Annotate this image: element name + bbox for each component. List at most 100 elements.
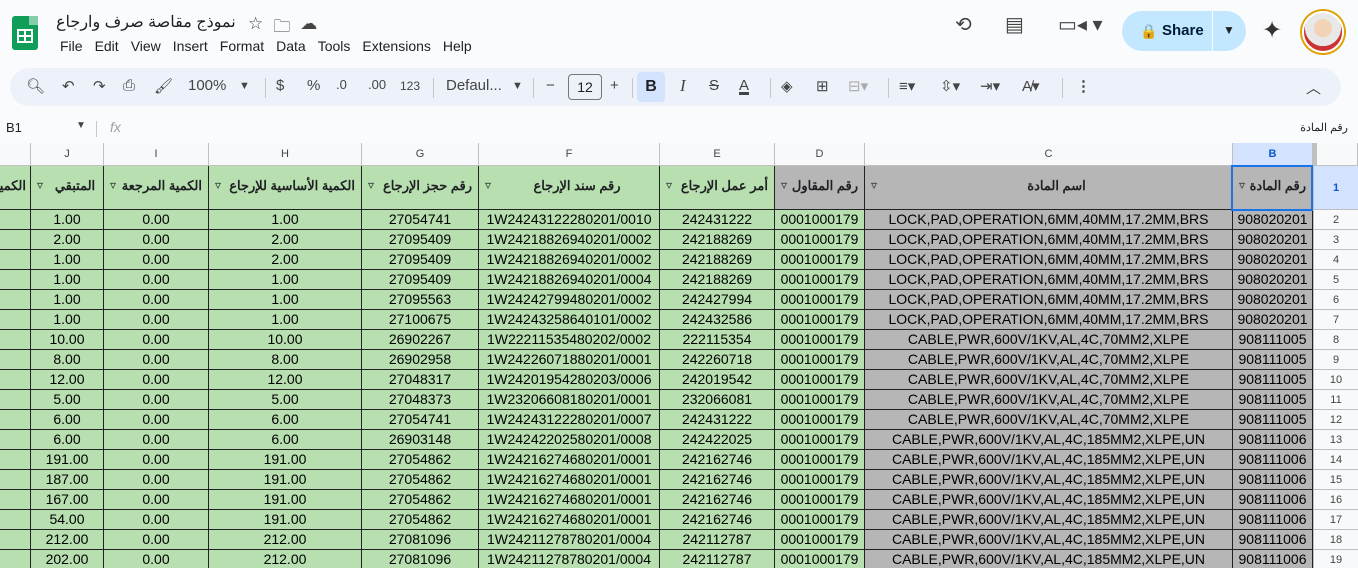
cell-d[interactable]: 0001000179 <box>775 290 865 310</box>
cell-k[interactable] <box>0 550 31 568</box>
cell-h[interactable]: 212.00 <box>209 530 362 550</box>
print-icon[interactable]: ⎙ <box>123 77 135 94</box>
cell-d[interactable]: 0001000179 <box>775 330 865 350</box>
cell-e[interactable]: 242431222 <box>660 210 775 230</box>
zoom-select[interactable]: 100% <box>188 77 226 94</box>
cell-f[interactable]: 1W24242202580201/0008 <box>479 430 660 450</box>
cell-i[interactable]: 0.00 <box>104 370 209 390</box>
cell-f[interactable]: 1W23206608180201/0001 <box>479 390 660 410</box>
cell-e[interactable]: 242188269 <box>660 270 775 290</box>
cell-g[interactable]: 26903148 <box>362 430 479 450</box>
cell-h[interactable]: 6.00 <box>209 430 362 450</box>
row-header[interactable]: 5 <box>1313 270 1358 290</box>
cell-i[interactable]: 0.00 <box>104 310 209 330</box>
header-cell-e[interactable]: ▿ أمر عمل الإرجاع <box>660 166 775 210</box>
menu-format[interactable]: Format <box>214 38 270 54</box>
text-wrapping-icon[interactable]: ⇥▾ <box>980 77 1000 95</box>
increase-font-size-icon[interactable]: + <box>610 77 619 94</box>
cell-j[interactable]: 2.00 <box>31 230 104 250</box>
cell-b[interactable]: 908020201 <box>1233 290 1313 310</box>
cell-j[interactable]: 5.00 <box>31 390 104 410</box>
row-header[interactable]: 8 <box>1313 330 1358 350</box>
cell-j[interactable]: 191.00 <box>31 450 104 470</box>
text-color-button[interactable]: A <box>739 77 749 94</box>
cell-g[interactable]: 27081096 <box>362 530 479 550</box>
zoom-dropdown-icon[interactable]: ▼ <box>239 80 250 92</box>
cell-k[interactable] <box>0 530 31 550</box>
cell-i[interactable]: 0.00 <box>104 290 209 310</box>
meet-icon[interactable]: ▭◂ ▾ <box>1058 12 1103 37</box>
cell-i[interactable]: 0.00 <box>104 510 209 530</box>
cell-k[interactable] <box>0 490 31 510</box>
menu-view[interactable]: View <box>125 38 167 54</box>
cell-e[interactable]: 242432586 <box>660 310 775 330</box>
percent-format-button[interactable]: % <box>307 77 320 94</box>
cell-h[interactable]: 191.00 <box>209 510 362 530</box>
cell-d[interactable]: 0001000179 <box>775 530 865 550</box>
more-options-icon[interactable]: ⋮ <box>1076 77 1091 95</box>
cell-c[interactable]: LOCK,PAD,OPERATION,6MM,40MM,17.2MM,BRS <box>865 250 1233 270</box>
column-header-j[interactable]: J <box>31 143 104 166</box>
formula-input[interactable]: رقم المادة <box>1300 121 1348 134</box>
row-header[interactable]: 7 <box>1313 310 1358 330</box>
cell-h[interactable]: 10.00 <box>209 330 362 350</box>
fill-color-icon[interactable]: ◈ <box>781 77 793 95</box>
cell-b[interactable]: 908020201 <box>1233 210 1313 230</box>
cell-b[interactable]: 908020201 <box>1233 250 1313 270</box>
header-cell-g[interactable]: ▿ رقم حجز الإرجاع <box>362 166 479 210</box>
cell-j[interactable]: 6.00 <box>31 410 104 430</box>
filter-icon[interactable]: ▿ <box>485 178 491 192</box>
cell-b[interactable]: 908111005 <box>1233 410 1313 430</box>
menu-data[interactable]: Data <box>270 38 312 54</box>
cell-f[interactable]: 1W24243258640101/0002 <box>479 310 660 330</box>
cell-i[interactable]: 0.00 <box>104 490 209 510</box>
cell-e[interactable]: 242112787 <box>660 530 775 550</box>
cell-k[interactable] <box>0 350 31 370</box>
column-header-e[interactable]: E <box>660 143 775 166</box>
cell-h[interactable]: 5.00 <box>209 390 362 410</box>
row-header[interactable]: 3 <box>1313 230 1358 250</box>
collapse-menu-icon[interactable]: ︿ <box>1306 77 1321 98</box>
cell-b[interactable]: 908111006 <box>1233 510 1313 530</box>
cell-g[interactable]: 27095409 <box>362 250 479 270</box>
filter-icon[interactable]: ▿ <box>781 178 787 192</box>
cell-d[interactable]: 0001000179 <box>775 450 865 470</box>
cell-b[interactable]: 908111005 <box>1233 370 1313 390</box>
row-header[interactable]: 10 <box>1313 370 1358 390</box>
cell-g[interactable]: 26902958 <box>362 350 479 370</box>
cell-j[interactable]: 54.00 <box>31 510 104 530</box>
menu-insert[interactable]: Insert <box>167 38 214 54</box>
cell-j[interactable]: 202.00 <box>31 550 104 568</box>
row-header[interactable]: 18 <box>1313 530 1358 550</box>
cell-f[interactable]: 1W24218826940201/0004 <box>479 270 660 290</box>
cell-k[interactable] <box>0 470 31 490</box>
cell-c[interactable]: CABLE,PWR,600V/1KV,AL,4C,185MM2,XLPE,UN <box>865 450 1233 470</box>
cell-e[interactable]: 242162746 <box>660 490 775 510</box>
menu-edit[interactable]: Edit <box>89 38 125 54</box>
cell-j[interactable]: 6.00 <box>31 430 104 450</box>
cell-b[interactable]: 908111006 <box>1233 450 1313 470</box>
increase-decimal-button[interactable]: .00 <box>368 77 386 92</box>
cell-k[interactable] <box>0 410 31 430</box>
row-header[interactable]: 14 <box>1313 450 1358 470</box>
decrease-font-size-icon[interactable]: − <box>546 77 555 94</box>
cell-k[interactable] <box>0 290 31 310</box>
cell-e[interactable]: 242162746 <box>660 470 775 490</box>
cell-f[interactable]: 1W24211278780201/0004 <box>479 530 660 550</box>
cell-d[interactable]: 0001000179 <box>775 210 865 230</box>
row-header[interactable]: 4 <box>1313 250 1358 270</box>
name-box-dropdown-icon[interactable]: ▼ <box>76 120 86 131</box>
cell-d[interactable]: 0001000179 <box>775 250 865 270</box>
cell-e[interactable]: 242188269 <box>660 230 775 250</box>
borders-icon[interactable]: ⊞ <box>816 77 829 95</box>
cell-j[interactable]: 167.00 <box>31 490 104 510</box>
cell-j[interactable]: 1.00 <box>31 310 104 330</box>
header-cell-j[interactable]: ▿ المتبقي <box>31 166 104 210</box>
share-dropdown-icon[interactable]: ▼ <box>1223 23 1235 37</box>
cell-i[interactable]: 0.00 <box>104 530 209 550</box>
row-header[interactable]: 1 <box>1313 166 1358 210</box>
cell-j[interactable]: 8.00 <box>31 350 104 370</box>
cell-i[interactable]: 0.00 <box>104 330 209 350</box>
cell-c[interactable]: CABLE,PWR,600V/1KV,AL,4C,70MM2,XLPE <box>865 350 1233 370</box>
cell-j[interactable]: 10.00 <box>31 330 104 350</box>
